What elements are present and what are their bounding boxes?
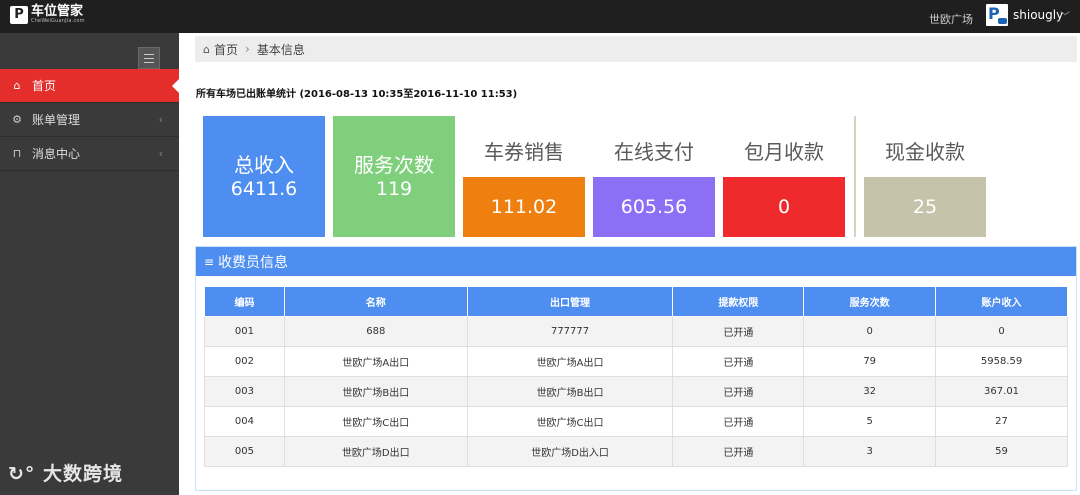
table-cell: 世欧广场C出口	[466, 406, 674, 437]
monthly-payment-label: 包月收款	[744, 140, 824, 164]
app-logo[interactable]: P 车位管家 CheWeiGuanJia.com	[10, 5, 85, 24]
car-icon	[998, 18, 1007, 24]
bookmark-icon: ⊓	[12, 147, 22, 160]
column-header[interactable]: 出口管理	[466, 286, 674, 317]
coupon-sales-label: 车券销售	[484, 140, 564, 164]
table-cell: 已开通	[672, 376, 805, 407]
watermark-logo-icon: ↻°	[8, 463, 36, 485]
sidebar-item-messages[interactable]: ⊓ 消息中心 ‹	[0, 137, 179, 171]
table-cell: 世欧广场D出入口	[466, 436, 674, 467]
watermark: ↻° 大数跨境	[8, 463, 124, 485]
table-cell: 世欧广场A出口	[283, 346, 468, 377]
table-row[interactable]: 005 世欧广场D出口 世欧广场D出入口 已开通 3 59	[204, 436, 1068, 467]
breadcrumb-separator: ›	[245, 42, 250, 56]
table-cell: 688	[283, 316, 468, 347]
table-cell: 3	[803, 436, 937, 467]
home-icon: ⌂	[13, 79, 21, 92]
logo-title: 车位管家	[31, 4, 84, 19]
table-cell: 世欧广场C出口	[283, 406, 468, 437]
table-cell: 0	[935, 316, 1068, 347]
column-header[interactable]: 提款权限	[672, 286, 805, 317]
table-cell: 世欧广场A出口	[466, 346, 674, 377]
table-row[interactable]: 004 世欧广场C出口 世欧广场C出口 已开通 5 27	[204, 406, 1068, 437]
table-cell: 367.01	[935, 376, 1068, 407]
user-avatar[interactable]: P	[986, 4, 1008, 26]
current-location: 世欧广场	[929, 13, 973, 26]
total-income-card: 总收入 6411.6	[203, 116, 325, 237]
table-cell: 001	[204, 316, 285, 347]
table-cell: 59	[935, 436, 1068, 467]
table-cell: 已开通	[672, 406, 805, 437]
table-cell: 5	[803, 406, 937, 437]
table-cell: 世欧广场B出口	[283, 376, 468, 407]
top-bar: P 车位管家 CheWeiGuanJia.com 世欧广场 P shiougly…	[0, 0, 1080, 33]
table-cell: 004	[204, 406, 285, 437]
table-cell: 777777	[466, 316, 674, 347]
chevron-left-icon: ‹	[158, 113, 163, 126]
chevron-down-icon[interactable]: ﹀	[1060, 8, 1070, 23]
logo-icon: P	[10, 5, 28, 24]
cash-payment-label: 现金收款	[885, 140, 965, 164]
table-cell: 已开通	[672, 316, 805, 347]
table-cell: 世欧广场B出口	[466, 376, 674, 407]
table-cell: 32	[803, 376, 937, 407]
collector-table: 编码 名称 出口管理 提款权限 服务次数 账户收入 001 688 777777…	[204, 286, 1068, 467]
table-cell: 0	[803, 316, 937, 347]
monthly-payment-value: 0	[723, 177, 845, 237]
column-header[interactable]: 编码	[204, 286, 285, 317]
coupon-sales-value: 111.02	[463, 177, 585, 237]
chevron-left-icon: ‹	[158, 147, 163, 160]
breadcrumb-current: 基本信息	[256, 42, 305, 57]
sidebar-item-home[interactable]: ⌂ 首页	[0, 69, 180, 103]
breadcrumb: ⌂ 首页 › 基本信息	[195, 36, 1077, 62]
list-icon: ≡	[204, 254, 215, 269]
card-label: 总收入	[234, 152, 294, 177]
online-payment-value: 605.56	[593, 177, 715, 237]
table-cell: 79	[803, 346, 937, 377]
column-header[interactable]: 名称	[283, 286, 468, 317]
online-payment-label: 在线支付	[614, 140, 694, 164]
card-label: 服务次数	[354, 152, 434, 177]
breadcrumb-home-link[interactable]: 首页	[214, 41, 238, 58]
sidebar-item-label: 首页	[32, 79, 57, 93]
user-name[interactable]: shiougly	[1013, 8, 1063, 22]
table-row[interactable]: 001 688 777777 已开通 0 0	[204, 316, 1068, 347]
table-cell: 27	[935, 406, 1068, 437]
panel-title: 收费员信息	[218, 254, 289, 271]
panel-header: ≡ 收费员信息	[196, 247, 1076, 276]
table-row[interactable]: 002 世欧广场A出口 世欧广场A出口 已开通 79 5958.59	[204, 346, 1068, 377]
sidebar: ⌂ 首页 ⚙ 账单管理 ‹ ⊓ 消息中心 ‹ ↻° 大数跨境	[0, 33, 180, 495]
sidebar-item-label: 消息中心	[32, 147, 81, 161]
stats-title: 所有车场已出账单统计 (2016-08-13 10:35至2016-11-10 …	[196, 89, 518, 100]
gears-icon: ⚙	[12, 113, 22, 126]
home-icon: ⌂	[203, 42, 210, 56]
card-value: 6411.6	[230, 177, 298, 200]
sidebar-item-billing[interactable]: ⚙ 账单管理 ‹	[0, 103, 179, 137]
table-cell: 5958.59	[935, 346, 1068, 377]
column-header[interactable]: 账户收入	[935, 286, 1068, 317]
table-row[interactable]: 003 世欧广场B出口 世欧广场B出口 已开通 32 367.01	[204, 376, 1068, 407]
table-cell: 005	[204, 436, 285, 467]
sidebar-item-label: 账单管理	[32, 113, 81, 127]
table-cell: 002	[204, 346, 285, 377]
card-value: 119	[375, 177, 413, 200]
collector-info-panel: ≡ 收费员信息 编码 名称 出口管理 提款权限 服务次数 账户收入 001 68…	[195, 246, 1077, 491]
table-cell: 已开通	[672, 346, 805, 377]
sidebar-toggle-button[interactable]	[138, 47, 160, 69]
divider	[854, 116, 856, 237]
cash-payment-value: 25	[864, 177, 986, 237]
table-cell: 世欧广场D出口	[283, 436, 468, 467]
table-cell: 003	[204, 376, 285, 407]
table-header-row: 编码 名称 出口管理 提款权限 服务次数 账户收入	[204, 286, 1068, 317]
column-header[interactable]: 服务次数	[803, 286, 937, 317]
logo-subtitle: CheWeiGuanJia.com	[31, 18, 85, 24]
table-cell: 已开通	[672, 436, 805, 467]
service-count-card: 服务次数 119	[333, 116, 455, 237]
